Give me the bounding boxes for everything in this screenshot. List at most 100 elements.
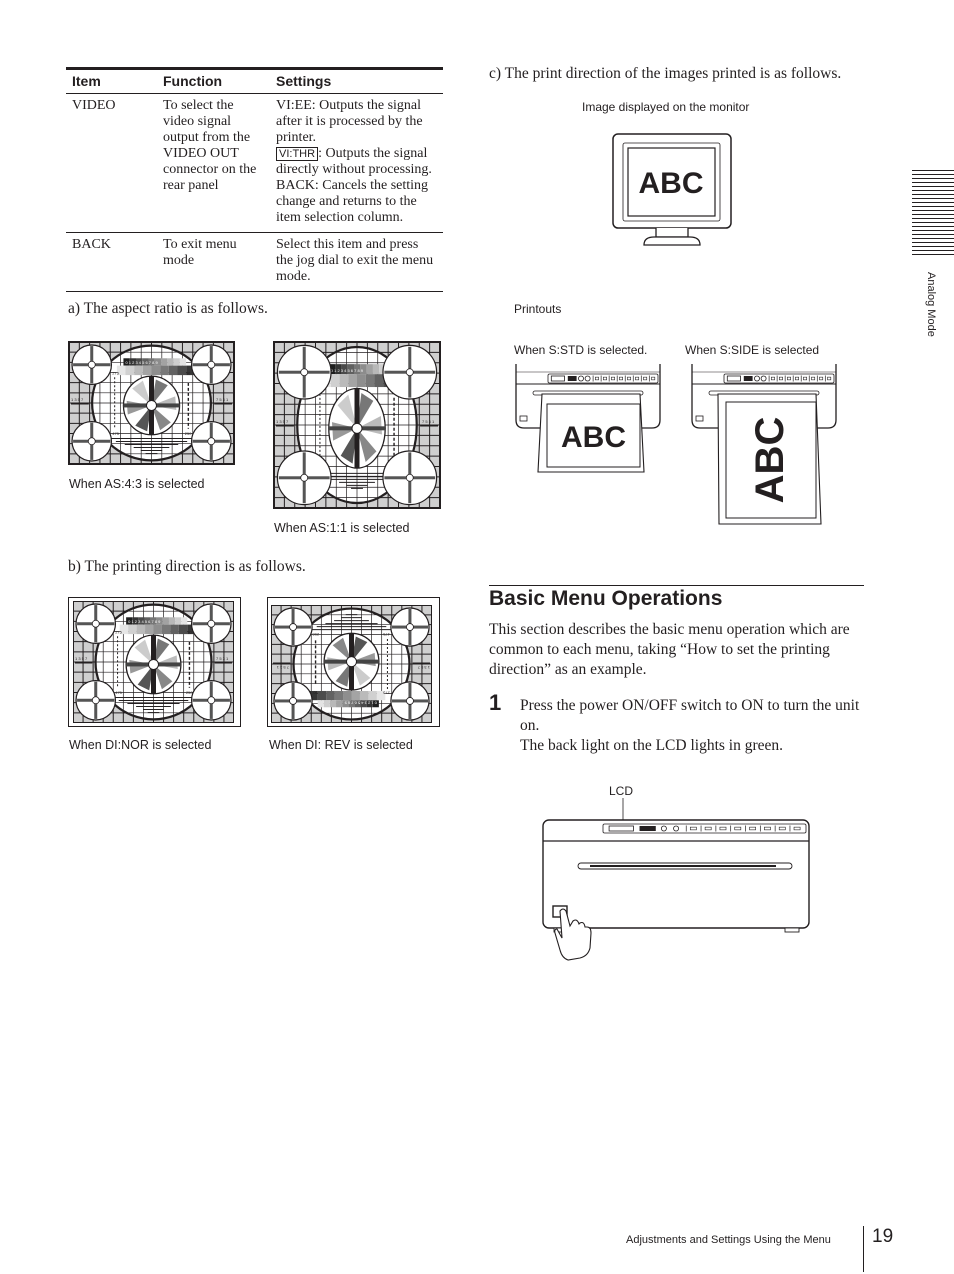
settings-text: VI:EE: Outputs the signal after it is pr…	[276, 98, 423, 145]
printer-foot-right	[784, 927, 800, 933]
monitor-illustration: ABC	[612, 133, 732, 246]
printout-abc-rotated-text: ABC	[748, 417, 792, 504]
gray-step-bottom	[330, 374, 340, 388]
chapter-tab-label: Analog Mode	[925, 272, 937, 337]
gray-step-bottom	[134, 365, 143, 376]
gray-step-bottom	[160, 365, 169, 376]
gray-step-top	[162, 617, 169, 625]
pattern-number-label: 250	[312, 632, 319, 637]
page-number: 19	[872, 1226, 894, 1247]
gray-step-bottom	[334, 690, 344, 701]
test-pattern-group: 0 1 2 3 4 5 6 7 8 9 275 475 50 250 1 3 5 7 7 5…	[69, 342, 234, 464]
side-numbers-left: 1 3 5 7	[75, 656, 88, 661]
panel-knob	[760, 375, 767, 382]
corner-dot	[91, 619, 100, 628]
gray-step-top	[372, 364, 380, 375]
cell-function: To select the video signal output from t…	[157, 93, 270, 233]
printer-side-illustration: ABC	[691, 364, 837, 525]
gray-step-bottom	[317, 690, 327, 701]
gray-step-top	[179, 358, 187, 366]
caption-as-4-3: When AS:4:3 is selected	[69, 477, 205, 491]
section-divider	[489, 585, 864, 586]
gray-scale-numbers: 0 1 2 3 4 5 6 7 8 9	[331, 368, 364, 373]
caption-di-rev: When DI: REV is selected	[269, 738, 413, 752]
center-dot	[351, 422, 363, 434]
gray-step-bottom	[170, 624, 179, 635]
gray-step-bottom	[151, 365, 161, 376]
gray-step-top	[161, 358, 168, 366]
gray-step-bottom	[125, 365, 135, 376]
gray-step-bottom	[326, 690, 335, 701]
gray-step-bottom	[142, 365, 152, 376]
center-dot	[346, 656, 357, 668]
test-pattern-di-rev: 0 1 2 3 4 5 6 7 8 9 275 475 50 250 1 3 5 7 7 5…	[267, 597, 440, 727]
gray-step-bottom	[368, 690, 377, 701]
lcd-display	[726, 375, 741, 382]
printer-front-illustration	[542, 798, 810, 961]
cell-item: BACK	[66, 232, 157, 292]
header-function: Function	[157, 67, 270, 94]
cell-item: VIDEO	[66, 93, 157, 233]
panel-knob	[754, 375, 760, 382]
table-row: VIDEO To select the video signal output …	[66, 93, 443, 233]
center-dot	[146, 399, 157, 411]
step-result: The back light on the LCD lights in gree…	[520, 737, 784, 754]
chapter-tab-stripes	[912, 170, 954, 258]
corner-dot	[289, 623, 297, 631]
test-pattern-di-nor: 0 1 2 3 4 5 6 7 8 9 275 475 50 250 1 3 5 77 5…	[68, 597, 241, 727]
gray-step-top	[366, 364, 373, 375]
gray-step-bottom	[161, 624, 171, 635]
gray-step-top	[336, 700, 343, 708]
power-switch	[695, 415, 704, 422]
power-switch	[519, 415, 528, 422]
gray-step-bottom	[153, 624, 162, 635]
gray-step-bottom	[339, 374, 349, 388]
settings-text: BACK: Cancels the setting change and ret…	[276, 178, 429, 225]
corner-dot	[207, 619, 216, 628]
gray-step-bottom	[177, 365, 187, 376]
panel-indicator	[743, 376, 753, 381]
side-numbers-right: 7 5 3 1	[216, 397, 229, 402]
gray-step-top	[181, 617, 188, 625]
cell-function: To exit menu mode	[157, 232, 270, 292]
gray-step-bottom	[128, 624, 137, 635]
side-numbers-right: 7 5 3 1	[216, 656, 229, 661]
pattern-number-label: 475	[112, 431, 119, 436]
gray-scale-numbers: 0 1 2 3 4 5 6 7 8 9	[344, 701, 377, 706]
corner-dot	[300, 368, 309, 377]
monitor-caption: Image displayed on the monitor	[582, 100, 750, 114]
header-item: Item	[66, 67, 157, 94]
gray-scale-numbers: 0 1 2 3 4 5 6 7 8 9	[125, 360, 158, 365]
corner-dot	[87, 437, 96, 446]
lcd-display	[550, 375, 565, 382]
corner-dot	[406, 623, 414, 631]
printout-abc-text: ABC	[561, 421, 626, 454]
caption-s-side: When S:SIDE is selected	[685, 343, 820, 357]
test-pattern-group: 0 1 2 3 4 5 6 7 8 9 275 475 50 250 1 3 5 7 7 5…	[271, 605, 432, 723]
lcd-callout-label: LCD	[609, 784, 634, 798]
pattern-number-label: 50	[187, 629, 192, 634]
header-settings: Settings	[270, 67, 443, 94]
paper-slot-gap	[590, 865, 776, 867]
gray-step-top	[168, 617, 176, 625]
pattern-number-label: 50	[313, 691, 318, 696]
printouts-label: Printouts	[514, 302, 562, 316]
corner-dot	[207, 437, 216, 446]
printer-control-panel	[547, 373, 659, 384]
aspect-ratio-heading: a) The aspect ratio is as follows.	[68, 300, 268, 317]
panel-knob	[584, 375, 591, 382]
pattern-number-label: 475	[115, 690, 122, 695]
monitor-abc-text: ABC	[639, 167, 704, 200]
panel-indicator	[567, 376, 577, 381]
gray-step-bottom	[348, 374, 357, 388]
section-title: Basic Menu Operations	[489, 587, 723, 610]
gray-step-top	[317, 700, 324, 708]
test-pattern-figure: 0 1 2 3 4 5 6 7 8 9 275 475 50 250 1 3 5 7 7 5…	[69, 342, 234, 464]
step-instruction: Press the power ON/OFF switch to ON to t…	[520, 697, 860, 734]
test-pattern-1-1: 0 1 2 3 4 5 6 7 8 9275475502501 3 5 77 5…	[273, 341, 441, 509]
gray-step-bottom	[357, 374, 366, 388]
panel-knob	[578, 375, 584, 382]
table-header-row: Item Function Settings	[66, 67, 443, 94]
pattern-number-label: 275	[115, 629, 122, 634]
panel-knob	[673, 825, 679, 832]
